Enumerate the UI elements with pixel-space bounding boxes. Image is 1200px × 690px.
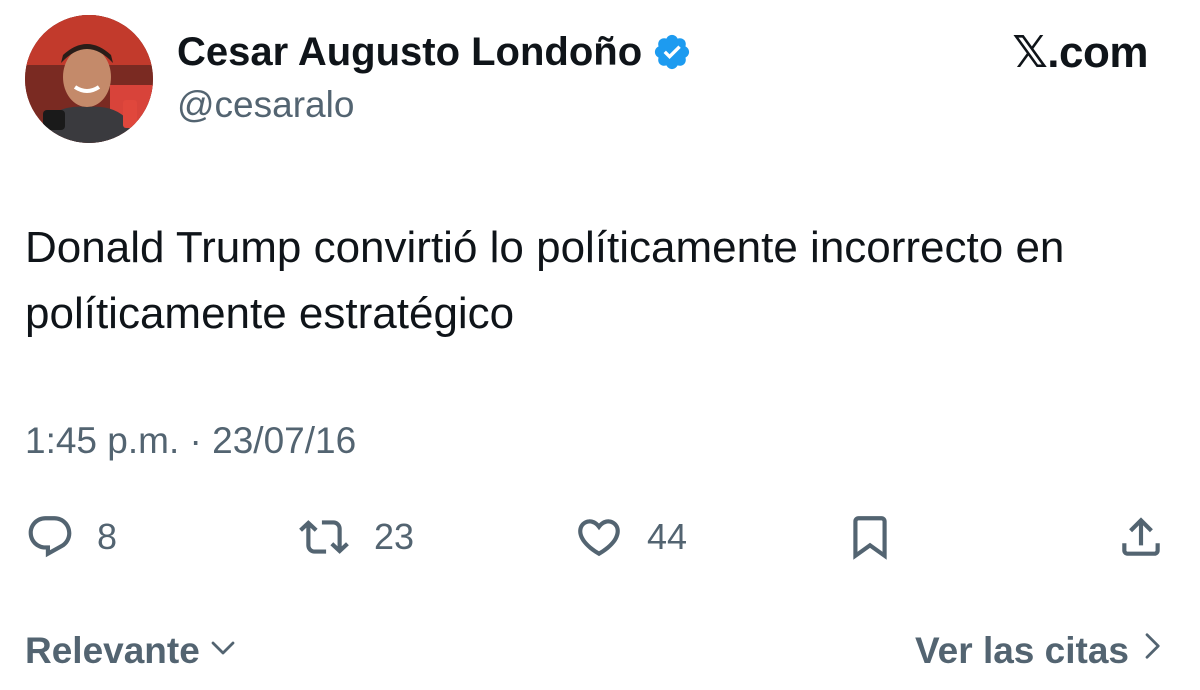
bookmark-button[interactable] bbox=[845, 505, 895, 569]
chevron-right-icon bbox=[1137, 628, 1167, 674]
like-count: 44 bbox=[647, 516, 688, 557]
tweet-timestamp[interactable]: 1:45 p.m. · 23/07/16 bbox=[25, 418, 356, 464]
sort-dropdown[interactable]: Relevante bbox=[25, 628, 238, 674]
sort-label: Relevante bbox=[25, 630, 200, 671]
retweet-count: 23 bbox=[374, 516, 415, 557]
view-quotes-label: Ver las citas bbox=[915, 630, 1129, 671]
retweet-button[interactable]: 23 bbox=[296, 505, 414, 569]
author-display-name[interactable]: Cesar Augusto Londoño bbox=[177, 28, 692, 76]
verified-badge-icon bbox=[652, 32, 692, 72]
author-handle[interactable]: @cesaralo bbox=[177, 83, 354, 127]
tweet-actions-bar: 8 23 44 bbox=[0, 505, 1200, 569]
avatar[interactable] bbox=[25, 15, 153, 143]
bookmark-icon bbox=[853, 516, 887, 560]
like-button[interactable]: 44 bbox=[573, 505, 687, 569]
view-quotes-link[interactable]: Ver las citas bbox=[915, 628, 1167, 674]
share-button[interactable] bbox=[1115, 505, 1167, 569]
avatar-photo bbox=[25, 15, 153, 143]
display-name-text[interactable]: Cesar Augusto Londoño bbox=[177, 28, 642, 76]
retweet-icon bbox=[299, 520, 349, 554]
x-logo: 𝕏.com bbox=[1012, 28, 1148, 77]
share-icon bbox=[1122, 517, 1160, 556]
reply-button[interactable]: 8 bbox=[25, 505, 117, 569]
reply-count: 8 bbox=[97, 516, 118, 557]
heart-icon bbox=[578, 519, 620, 557]
tweet-text: Donald Trump convirtió lo políticamente … bbox=[25, 223, 1065, 338]
reply-icon bbox=[28, 516, 72, 558]
chevron-down-icon bbox=[208, 628, 238, 674]
